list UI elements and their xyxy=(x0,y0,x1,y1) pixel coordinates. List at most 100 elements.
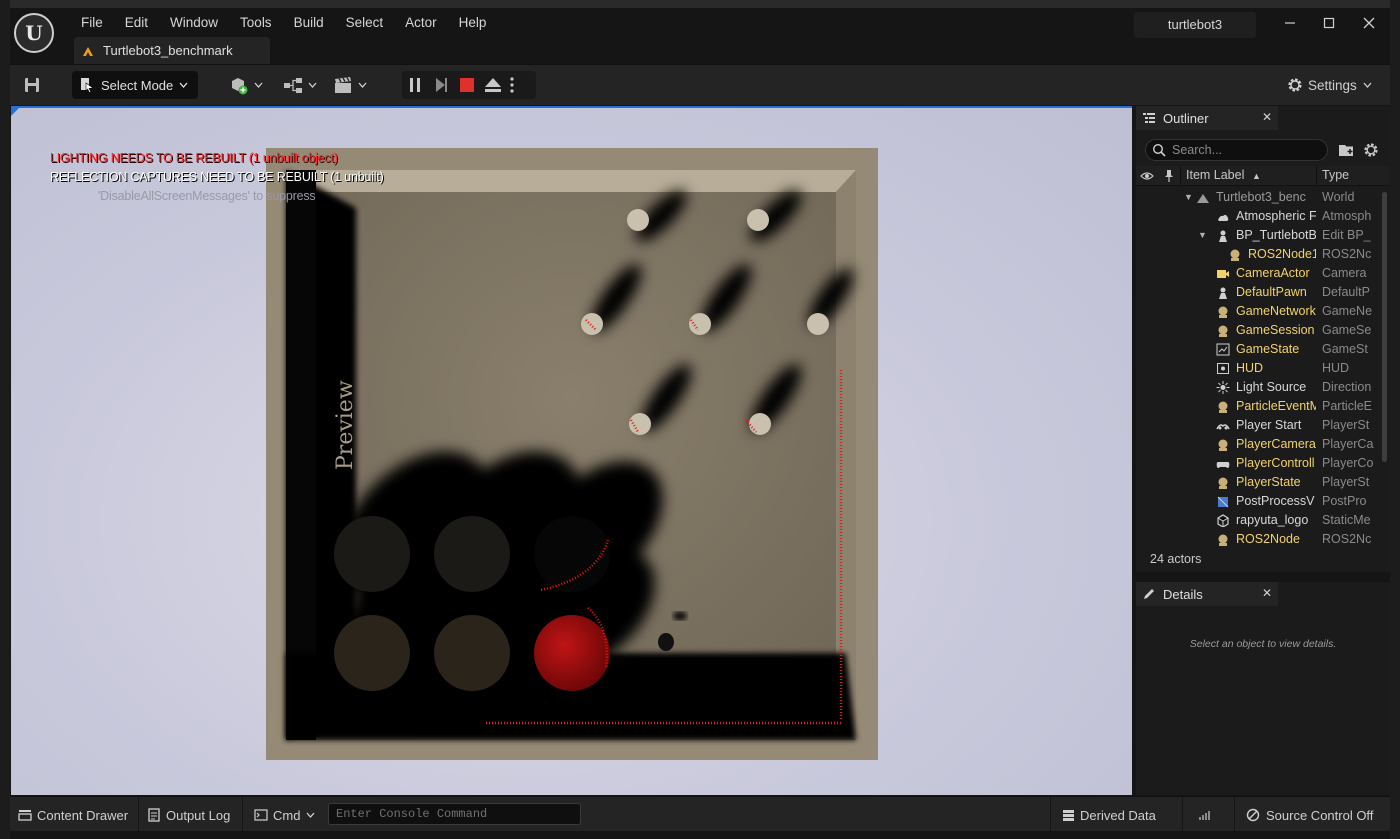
item-label-column-header[interactable]: Item Label xyxy=(1186,168,1244,182)
revision-control-status[interactable] xyxy=(1198,804,1212,826)
actor-icon xyxy=(1218,477,1228,489)
outliner-row-type: PlayerCo xyxy=(1322,456,1374,470)
menu-edit[interactable]: Edit xyxy=(114,12,159,34)
console-command-input[interactable] xyxy=(328,803,581,825)
outliner-row-type: Atmosph xyxy=(1322,209,1372,223)
outliner-row-type[interactable]: Edit BP_ xyxy=(1322,228,1374,242)
column-divider xyxy=(1316,166,1317,186)
outliner-row[interactable]: CameraActor Camera xyxy=(1136,264,1380,283)
close-icon[interactable]: ✕ xyxy=(1262,586,1272,600)
cmd-dropdown[interactable]: Cmd xyxy=(254,804,315,826)
pin-icon[interactable] xyxy=(1164,169,1174,183)
type-column-header[interactable]: Type xyxy=(1322,168,1349,182)
menu-build[interactable]: Build xyxy=(283,12,335,34)
outliner-row[interactable]: GameSession GameSe xyxy=(1136,321,1380,340)
eye-icon[interactable] xyxy=(1140,170,1154,182)
outliner-row[interactable]: Atmospheric F Atmosph xyxy=(1136,207,1380,226)
actor-count: 24 actors xyxy=(1150,552,1202,566)
outliner-row[interactable]: ParticleEventM ParticleE xyxy=(1136,397,1380,416)
outliner-row-type: ROS2Nc xyxy=(1322,532,1372,546)
outliner-row[interactable]: DefaultPawn DefaultP xyxy=(1136,283,1380,302)
outliner-row-label: Light Source xyxy=(1236,380,1307,394)
content-drawer-icon xyxy=(18,810,32,821)
outliner-scrollbar[interactable] xyxy=(1382,192,1387,462)
outliner-row[interactable]: PlayerState PlayerSt xyxy=(1136,473,1380,492)
add-actor-button[interactable] xyxy=(228,73,263,97)
details-tab[interactable]: Details ✕ xyxy=(1136,582,1278,606)
chevron-down-icon xyxy=(179,80,188,91)
menu-select[interactable]: Select xyxy=(335,12,395,34)
menu-actor[interactable]: Actor xyxy=(394,12,448,34)
outliner-row[interactable]: GameNetwork GameNe xyxy=(1136,302,1380,321)
outliner-row[interactable]: GameState GameSt xyxy=(1136,340,1380,359)
log-icon xyxy=(148,808,160,822)
more-options-icon[interactable] xyxy=(506,72,518,98)
outliner-row-type: World xyxy=(1322,190,1355,204)
select-mode-dropdown[interactable]: Select Mode xyxy=(72,71,198,99)
outliner-row[interactable]: HUD HUD xyxy=(1136,359,1380,378)
pause-icon[interactable] xyxy=(402,72,428,98)
actor-icon xyxy=(1218,439,1228,451)
background-desktop-strip xyxy=(0,0,1400,8)
outliner-row[interactable]: rapyuta_logo StaticMe xyxy=(1136,511,1380,530)
level-viewport[interactable]: Preview LIGHTING NEEDS TO BE REBUILT (1 … xyxy=(11,106,1132,795)
close-window-button[interactable] xyxy=(1351,14,1387,36)
blueprint-icon xyxy=(284,78,302,93)
outliner-icon xyxy=(1143,113,1155,123)
outliner-row[interactable]: PostProcessV PostPro xyxy=(1136,492,1380,511)
content-drawer-button[interactable]: Content Drawer xyxy=(18,804,128,826)
status-bar: Content Drawer Output Log Cmd Derived Da… xyxy=(10,796,1390,832)
cinematics-button[interactable] xyxy=(332,73,367,97)
world-icon xyxy=(1197,194,1209,203)
minimize-button[interactable] xyxy=(1272,14,1308,36)
menu-help[interactable]: Help xyxy=(448,12,498,34)
output-log-button[interactable]: Output Log xyxy=(148,804,230,826)
suppress-messages-hint: 'DisableAllScreenMessages' to suppress xyxy=(98,189,316,203)
outliner-row-label: GameSession xyxy=(1236,323,1315,337)
viewport-focus-indicator xyxy=(11,108,19,116)
outliner-row-label: PostProcessV xyxy=(1236,494,1315,508)
output-log-label: Output Log xyxy=(166,807,231,823)
outliner-row-label: ParticleEventM xyxy=(1236,399,1316,413)
derived-data-button[interactable]: Derived Data xyxy=(1062,804,1156,826)
unreal-logo-icon[interactable]: U xyxy=(14,13,54,53)
gear-icon[interactable] xyxy=(1362,141,1380,159)
close-icon[interactable]: ✕ xyxy=(1262,110,1272,124)
outliner-row[interactable]: PlayerControll PlayerCo xyxy=(1136,454,1380,473)
maximize-button[interactable] xyxy=(1311,14,1347,36)
save-icon[interactable] xyxy=(22,75,42,95)
outliner-row[interactable]: Player Start PlayerSt xyxy=(1136,416,1380,435)
player-start-icon xyxy=(1216,424,1230,430)
outliner-row-label: PlayerControll xyxy=(1236,456,1315,470)
outliner-row[interactable]: ROS2Node1 ROS2Nc xyxy=(1136,245,1380,264)
outliner-search-input[interactable] xyxy=(1172,143,1322,157)
outliner-row[interactable]: ROS2Node ROS2Nc xyxy=(1136,530,1380,548)
menu-tools[interactable]: Tools xyxy=(229,12,283,34)
actor-icon xyxy=(1230,249,1240,261)
outliner-row-type: Camera xyxy=(1322,266,1367,280)
stop-icon[interactable] xyxy=(454,72,480,98)
outliner-row[interactable]: Light Source Direction xyxy=(1136,378,1380,397)
step-forward-icon[interactable] xyxy=(428,72,454,98)
menu-file[interactable]: File xyxy=(70,12,114,34)
expand-arrow-icon[interactable]: ▼ xyxy=(1198,230,1207,240)
add-folder-icon[interactable] xyxy=(1338,142,1356,158)
outliner-row-type: ROS2Nc xyxy=(1322,247,1372,261)
select-mode-icon xyxy=(81,78,94,93)
background-terminal-right xyxy=(1390,0,1400,839)
menu-window[interactable]: Window xyxy=(159,12,229,34)
level-tab[interactable]: Turtlebot3_benchmark xyxy=(74,37,270,64)
minimize-icon xyxy=(1285,22,1295,24)
expand-arrow-icon[interactable]: ▼ xyxy=(1184,192,1193,202)
blueprints-button[interactable] xyxy=(282,73,317,97)
eject-icon[interactable] xyxy=(480,72,506,98)
source-control-button[interactable]: Source Control Off xyxy=(1246,804,1373,826)
outliner-row-type: PostPro xyxy=(1322,494,1367,508)
outliner-tab[interactable]: Outliner ✕ xyxy=(1136,106,1278,130)
outliner-row[interactable]: PlayerCamera PlayerCa xyxy=(1136,435,1380,454)
settings-button[interactable]: Settings xyxy=(1286,73,1372,97)
outliner-row-type: PlayerSt xyxy=(1322,475,1370,489)
outliner-row-label: BP_TurtlebotB xyxy=(1236,228,1316,242)
outliner-row[interactable]: ▼ Turtlebot3_benc World xyxy=(1136,188,1380,207)
outliner-row[interactable]: ▼ BP_TurtlebotB Edit BP_ xyxy=(1136,226,1380,245)
